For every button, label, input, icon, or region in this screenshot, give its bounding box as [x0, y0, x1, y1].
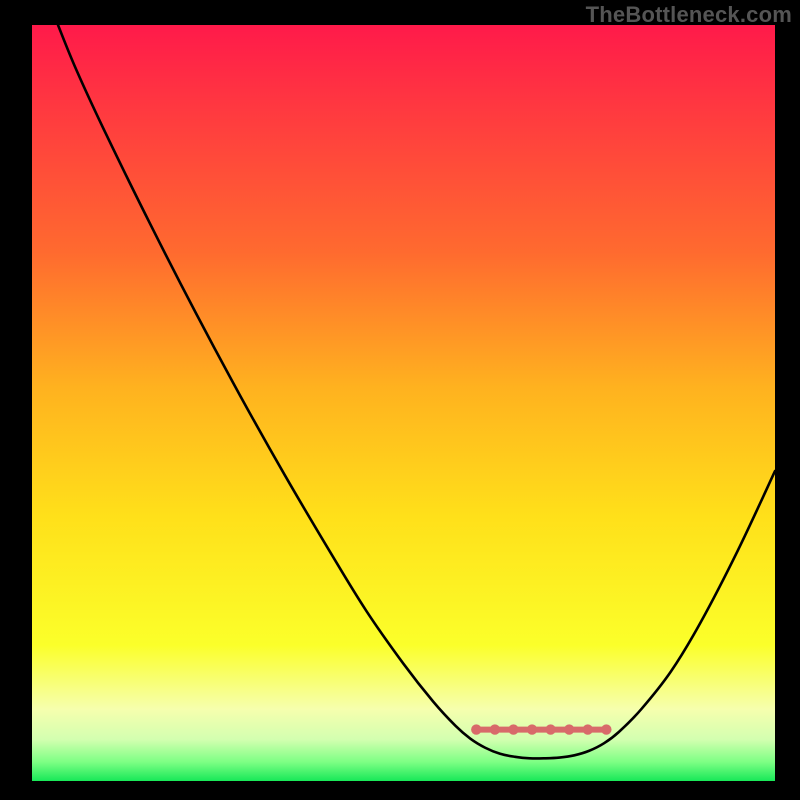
- chart-container: TheBottleneck.com: [0, 0, 800, 800]
- chart-watermark: TheBottleneck.com: [586, 2, 792, 28]
- chart-plot-area: [32, 25, 775, 781]
- chart-svg: [32, 25, 775, 781]
